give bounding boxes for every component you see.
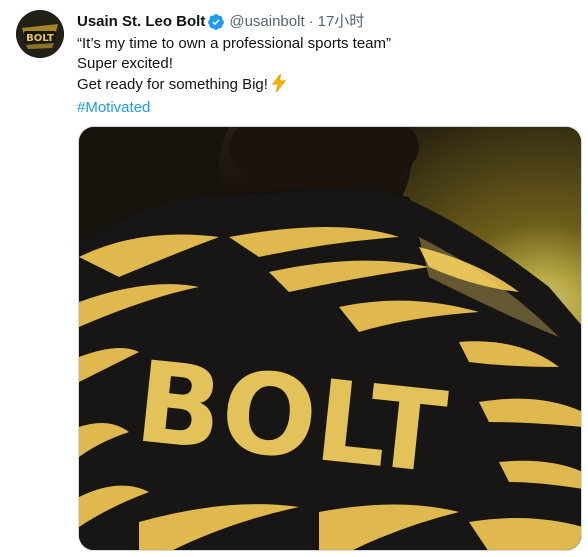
- tweet-header: Usain St. Leo Bolt @usainbolt · 17小时: [77, 12, 588, 32]
- tweet-line-2: Super excited!: [77, 55, 173, 72]
- handle[interactable]: @usainbolt: [229, 12, 304, 32]
- tweet-media-image[interactable]: BOLT: [78, 126, 582, 551]
- avatar-logo-text: BOLT: [26, 33, 54, 44]
- display-name[interactable]: Usain St. Leo Bolt: [77, 12, 205, 32]
- tweet-line-3-wrap: Get ready for something Big!: [77, 72, 588, 98]
- tweet-line-1: “It’s my time to own a professional spor…: [77, 35, 392, 52]
- tweet-text: “It’s my time to own a professional spor…: [77, 34, 588, 118]
- hashtag-link[interactable]: #Motivated: [77, 98, 588, 118]
- high-voltage-emoji-icon: [271, 72, 287, 98]
- avatar[interactable]: BOLT: [16, 10, 64, 58]
- jersey-photo: BOLT: [79, 127, 581, 550]
- bolt-logo-icon: BOLT: [16, 10, 64, 58]
- tweet[interactable]: BOLT Usain St. Leo Bolt @usainbolt · 17小…: [0, 0, 588, 557]
- timestamp[interactable]: 17小时: [318, 12, 365, 32]
- tweet-line-3: Get ready for something Big!: [77, 76, 268, 93]
- tweet-content: Usain St. Leo Bolt @usainbolt · 17小时 “It…: [77, 12, 588, 118]
- separator-dot: ·: [308, 13, 314, 30]
- verified-badge-icon: [207, 13, 225, 31]
